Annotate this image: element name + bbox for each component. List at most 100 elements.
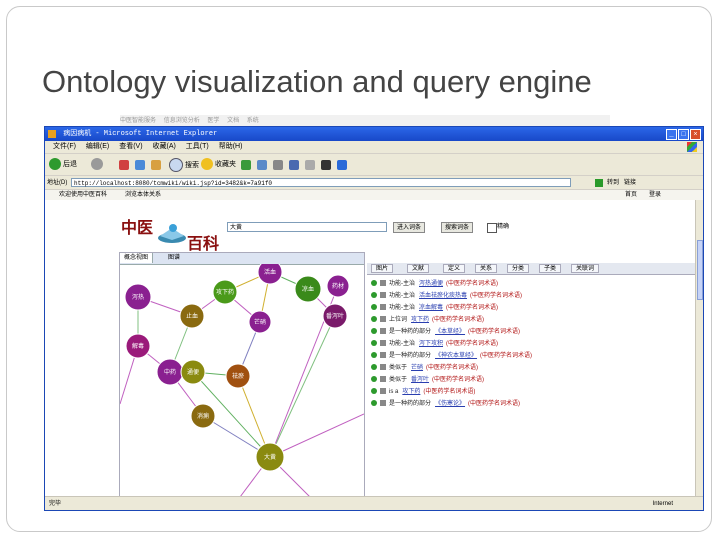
search-button[interactable]: 搜索 bbox=[169, 158, 199, 172]
relation-target-link[interactable]: 泻下攻积 bbox=[419, 341, 443, 347]
relation-target-link[interactable]: 活血祛瘀化痰热毒 bbox=[419, 293, 467, 299]
relation-type: 是一种药的部分 bbox=[389, 401, 432, 407]
graph-node-label: 解毒 bbox=[132, 342, 144, 350]
relation-tab[interactable]: 分类 bbox=[507, 264, 530, 273]
tab-graph[interactable]: 图谱 bbox=[164, 253, 184, 263]
logo-text-top: 中医 bbox=[121, 218, 154, 237]
ontology-graph-panel: 概念视图 图谱 泻热大黄 攻下药芒硝 番泻叶 活血 凉血止血中药 解毒祛瘀 通便消痈 药材 bbox=[119, 252, 365, 498]
go-button[interactable]: 转到 链接 bbox=[607, 176, 636, 190]
graph-node[interactable]: 药材 bbox=[326, 274, 350, 298]
close-button[interactable]: × bbox=[690, 129, 701, 140]
relation-source: (中医药学名词术语) bbox=[423, 389, 476, 395]
forward-arrow-icon bbox=[91, 158, 103, 171]
relation-source: (中医药学名词术语) bbox=[432, 377, 485, 383]
address-input[interactable]: http://localhost:8080/tcmwiki/wiki.jsp?i… bbox=[71, 178, 571, 187]
menu-tools[interactable]: 工具(T) bbox=[186, 143, 209, 150]
refresh-icon[interactable] bbox=[135, 160, 145, 170]
menu-file[interactable]: 文件(F) bbox=[53, 143, 76, 150]
relation-row: 功能-主治 泻热通便 (中医药学名词术语) bbox=[371, 279, 498, 290]
search-entry-button[interactable]: 搜索词条 bbox=[441, 222, 474, 233]
relation-tab[interactable]: 关系 bbox=[475, 264, 498, 273]
menu-view[interactable]: 查看(V) bbox=[119, 143, 142, 150]
relation-target-link[interactable]: 凉血解毒 bbox=[419, 305, 443, 311]
graph-node[interactable]: 番泻叶 bbox=[322, 303, 348, 329]
relation-target-link[interactable]: 番泻叶 bbox=[411, 377, 429, 383]
ghost-item: 中医智能服务 bbox=[120, 118, 157, 124]
term-search-input[interactable]: 大黄 bbox=[227, 222, 387, 232]
graph-node-label: 芒硝 bbox=[254, 318, 266, 326]
graph-node[interactable]: 活血 bbox=[257, 264, 283, 285]
relation-source: (中医药学名词术语) bbox=[446, 341, 499, 347]
relation-target-link[interactable]: 《神农本草经》 bbox=[435, 353, 477, 359]
graph-node[interactable]: 凉血 bbox=[294, 275, 322, 303]
relation-tab[interactable]: 子类 bbox=[539, 264, 562, 273]
menu-edit[interactable]: 编辑(E) bbox=[86, 143, 109, 150]
bullet-icon bbox=[371, 280, 377, 287]
discuss-icon[interactable] bbox=[305, 160, 315, 170]
web-content: 中医 百科 大黄 进入词条 搜索词条 精确 概念视图 图谱 泻热 大黄 攻下药 芒硝番… bbox=[45, 200, 695, 498]
media-icon[interactable] bbox=[241, 160, 251, 170]
graph-node[interactable]: 祛瘀 bbox=[225, 363, 251, 389]
status-text: 完毕 bbox=[49, 501, 62, 507]
bluetooth-icon[interactable] bbox=[337, 160, 347, 170]
relation-target-link[interactable]: 攻下药 bbox=[411, 317, 429, 323]
favorites-label: 收藏夹 bbox=[214, 161, 236, 168]
graph-node[interactable]: 攻下药 bbox=[212, 279, 238, 305]
go-arrow-icon[interactable] bbox=[595, 179, 603, 187]
enter-entry-button[interactable]: 进入词条 bbox=[393, 222, 426, 233]
edit-icon[interactable] bbox=[289, 160, 299, 170]
print-icon[interactable] bbox=[273, 160, 283, 170]
graph-node-label: 消痈 bbox=[197, 412, 209, 420]
relation-target-link[interactable]: 《本草经》 bbox=[435, 329, 465, 335]
relation-type: 上位词 bbox=[389, 317, 408, 323]
graph-node[interactable]: 解毒 bbox=[125, 333, 151, 359]
maximize-button[interactable]: □ bbox=[678, 129, 689, 140]
graph-node-label: 通便 bbox=[187, 368, 199, 376]
back-button[interactable]: 后退 bbox=[49, 158, 77, 172]
window-title: 病因病机 - Microsoft Internet Explorer bbox=[63, 130, 218, 138]
ontology-graph[interactable]: 泻热大黄 攻下药芒硝 番泻叶 活血凉血止血中药 解毒祛瘀 通便消痈 药材 bbox=[120, 264, 364, 497]
relation-target-link[interactable]: 芒硝 bbox=[411, 365, 423, 371]
home-icon[interactable] bbox=[151, 160, 161, 170]
graph-node[interactable]: 泻热 bbox=[124, 283, 152, 311]
relation-target-link[interactable]: 攻下药 bbox=[402, 389, 420, 395]
graph-node-label: 大黄 bbox=[264, 453, 276, 461]
relation-target-link[interactable]: 《伤寒论》 bbox=[435, 401, 465, 407]
bullet-icon bbox=[371, 352, 377, 359]
graph-node[interactable]: 芒硝 bbox=[248, 310, 272, 334]
arrow-icon bbox=[380, 328, 386, 335]
relation-target-link[interactable]: 泻热通便 bbox=[419, 281, 443, 287]
mail-icon[interactable] bbox=[257, 160, 267, 170]
relation-tab[interactable]: 文献 bbox=[407, 264, 430, 273]
arrow-icon bbox=[380, 304, 386, 311]
graph-node[interactable]: 中药 bbox=[156, 358, 184, 386]
relation-tab[interactable]: 定义 bbox=[443, 264, 466, 273]
exact-checkbox[interactable] bbox=[487, 223, 497, 233]
relation-tab[interactable]: 关联词 bbox=[571, 264, 600, 273]
graph-node[interactable]: 大黄 bbox=[255, 442, 285, 472]
graph-node[interactable]: 止血 bbox=[179, 303, 205, 329]
tab-concept-view[interactable]: 概念视图 bbox=[120, 253, 154, 263]
bullet-icon bbox=[371, 364, 377, 371]
forward-button[interactable] bbox=[91, 158, 103, 172]
magnifier-icon bbox=[169, 158, 183, 172]
favorites-button[interactable]: 收藏夹 bbox=[201, 158, 236, 172]
relation-tab[interactable]: 图片 bbox=[371, 264, 394, 273]
window-controls: _ □ × bbox=[665, 128, 701, 142]
menu-bar: 文件(F) 编辑(E) 查看(V) 收藏(A) 工具(T) 帮助(H) bbox=[45, 141, 703, 153]
menu-favorites[interactable]: 收藏(A) bbox=[153, 143, 176, 150]
messenger-icon[interactable] bbox=[321, 160, 331, 170]
menu-help[interactable]: 帮助(H) bbox=[219, 143, 243, 150]
scrollbar-thumb[interactable] bbox=[697, 240, 703, 300]
graph-node[interactable]: 通便 bbox=[180, 359, 206, 385]
windows-flag-icon bbox=[687, 142, 697, 152]
minimize-button[interactable]: _ bbox=[666, 129, 677, 140]
graph-node[interactable]: 消痈 bbox=[190, 403, 216, 429]
stop-icon[interactable] bbox=[119, 160, 129, 170]
exact-checkbox-label: 精确 bbox=[497, 224, 510, 230]
page-scrollbar[interactable] bbox=[695, 200, 703, 496]
relation-source: (中医药学名词术语) bbox=[480, 353, 533, 359]
graph-edge bbox=[269, 315, 336, 458]
relation-source: (中医药学名词术语) bbox=[446, 281, 499, 287]
graph-node-label: 攻下药 bbox=[216, 288, 234, 296]
